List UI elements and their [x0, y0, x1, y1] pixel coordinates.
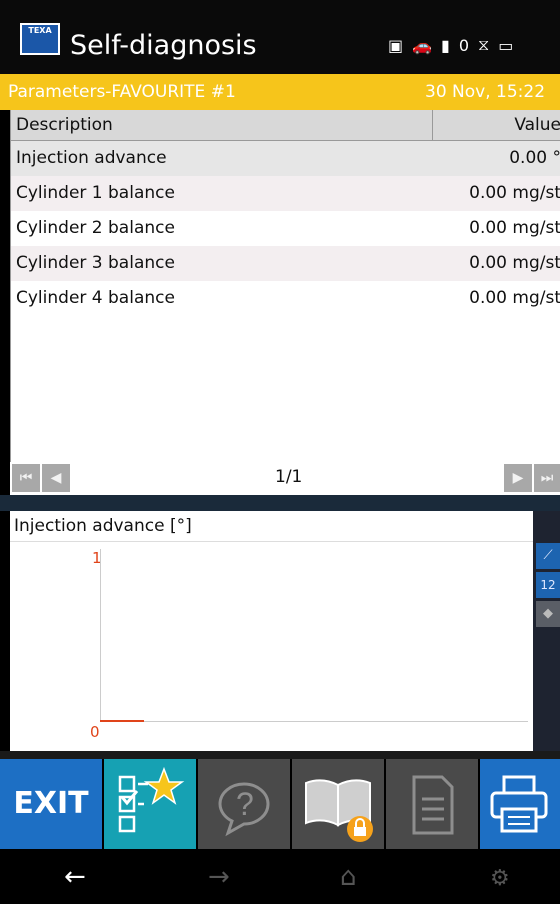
signal-trace [100, 720, 144, 722]
table-row[interactable]: Cylinder 2 balance 0.00 mg/st [11, 211, 560, 246]
section-divider [0, 495, 560, 511]
texa-logo: TEXA [20, 23, 60, 55]
row-description: Cylinder 3 balance [16, 253, 175, 273]
row-value: 0.00 mg/st [469, 183, 560, 203]
table-row[interactable]: Cylinder 4 balance 0.00 mg/st [11, 281, 560, 316]
next-page-icon[interactable]: ▶ [504, 464, 532, 492]
locked-book-icon [305, 779, 373, 842]
row-value: 0.00 ° [509, 148, 560, 168]
svg-text:?: ? [236, 786, 254, 822]
numeric-view-icon[interactable]: 12 [536, 572, 560, 598]
first-page-icon[interactable]: ⏮ [12, 464, 40, 492]
graph-title: Injection advance [°] [14, 516, 192, 536]
row-value: 0.00 mg/st [469, 253, 560, 273]
row-description: Cylinder 1 balance [16, 183, 175, 203]
document-button[interactable] [386, 759, 478, 849]
row-description: Injection advance [16, 148, 167, 168]
toolbar-divider [0, 751, 560, 759]
row-value: 0.00 mg/st [469, 218, 560, 238]
manual-button[interactable] [292, 759, 384, 849]
parameters-title: Parameters-FAVOURITE #1 [8, 82, 236, 102]
signal-zero-icon: 0 [458, 35, 470, 55]
battery-charging-icon: ▮ [441, 35, 450, 55]
forward-arrow-icon[interactable]: → [208, 862, 230, 892]
obd-connector-icon: ▣ [388, 35, 404, 55]
y-tick-bottom: 0 [90, 723, 100, 741]
favourite-checklist-icon [118, 766, 185, 833]
chart-view-icon[interactable]: ⟋ [536, 543, 560, 569]
car-link-icon: 🚗 [412, 35, 433, 55]
graph-panel: Injection advance [°] 1 0 [10, 511, 533, 751]
column-value[interactable]: Value [514, 115, 560, 135]
table-row[interactable]: Cylinder 3 balance 0.00 mg/st [11, 246, 560, 281]
back-arrow-icon[interactable]: ← [64, 862, 86, 892]
printer-icon [490, 775, 548, 833]
favourites-button[interactable] [104, 759, 196, 849]
page-indicator: 1/1 [275, 467, 303, 487]
marker-icon[interactable]: ◆ [536, 601, 560, 627]
row-description: Cylinder 4 balance [16, 288, 175, 308]
network-disconnected-icon: ⧖ [478, 35, 490, 54]
table-row[interactable]: Injection advance 0.00 ° [11, 141, 560, 176]
logo-text: TEXA [28, 26, 52, 35]
date-time: 30 Nov, 15:22 [425, 82, 546, 102]
previous-page-icon[interactable]: ◀ [42, 464, 70, 492]
parameters-table: Description Value Injection advance 0.00… [10, 110, 560, 463]
x-axis [100, 721, 528, 722]
column-description[interactable]: Description [16, 115, 113, 135]
pager: ⏮ ◀ 1/1 ▶ ⏭ [10, 462, 560, 495]
graph-side-toolbar: ⟋ 12 ◆ [533, 511, 560, 751]
graph-title-divider [10, 541, 533, 542]
row-value: 0.00 mg/st [469, 288, 560, 308]
last-page-icon[interactable]: ⏭ [534, 464, 560, 492]
exit-button[interactable]: EXIT [0, 759, 102, 849]
print-button[interactable] [480, 759, 560, 849]
app-title: Self-diagnosis [70, 30, 257, 61]
table-header: Description Value [11, 110, 560, 141]
home-icon[interactable]: ⌂ [340, 862, 357, 892]
row-description: Cylinder 2 balance [16, 218, 175, 238]
battery-icon: ▭ [498, 35, 514, 55]
table-row[interactable]: Cylinder 1 balance 0.00 mg/st [11, 176, 560, 211]
settings-gear-icon[interactable]: ⚙ [490, 866, 510, 891]
question-icon: ? [218, 782, 270, 837]
document-icon [412, 775, 454, 835]
y-axis [100, 549, 101, 721]
column-divider [432, 110, 433, 140]
help-button[interactable]: ? [198, 759, 290, 849]
status-icons: ▣ 🚗 ▮ 0 ⧖ ▭ [388, 35, 513, 55]
